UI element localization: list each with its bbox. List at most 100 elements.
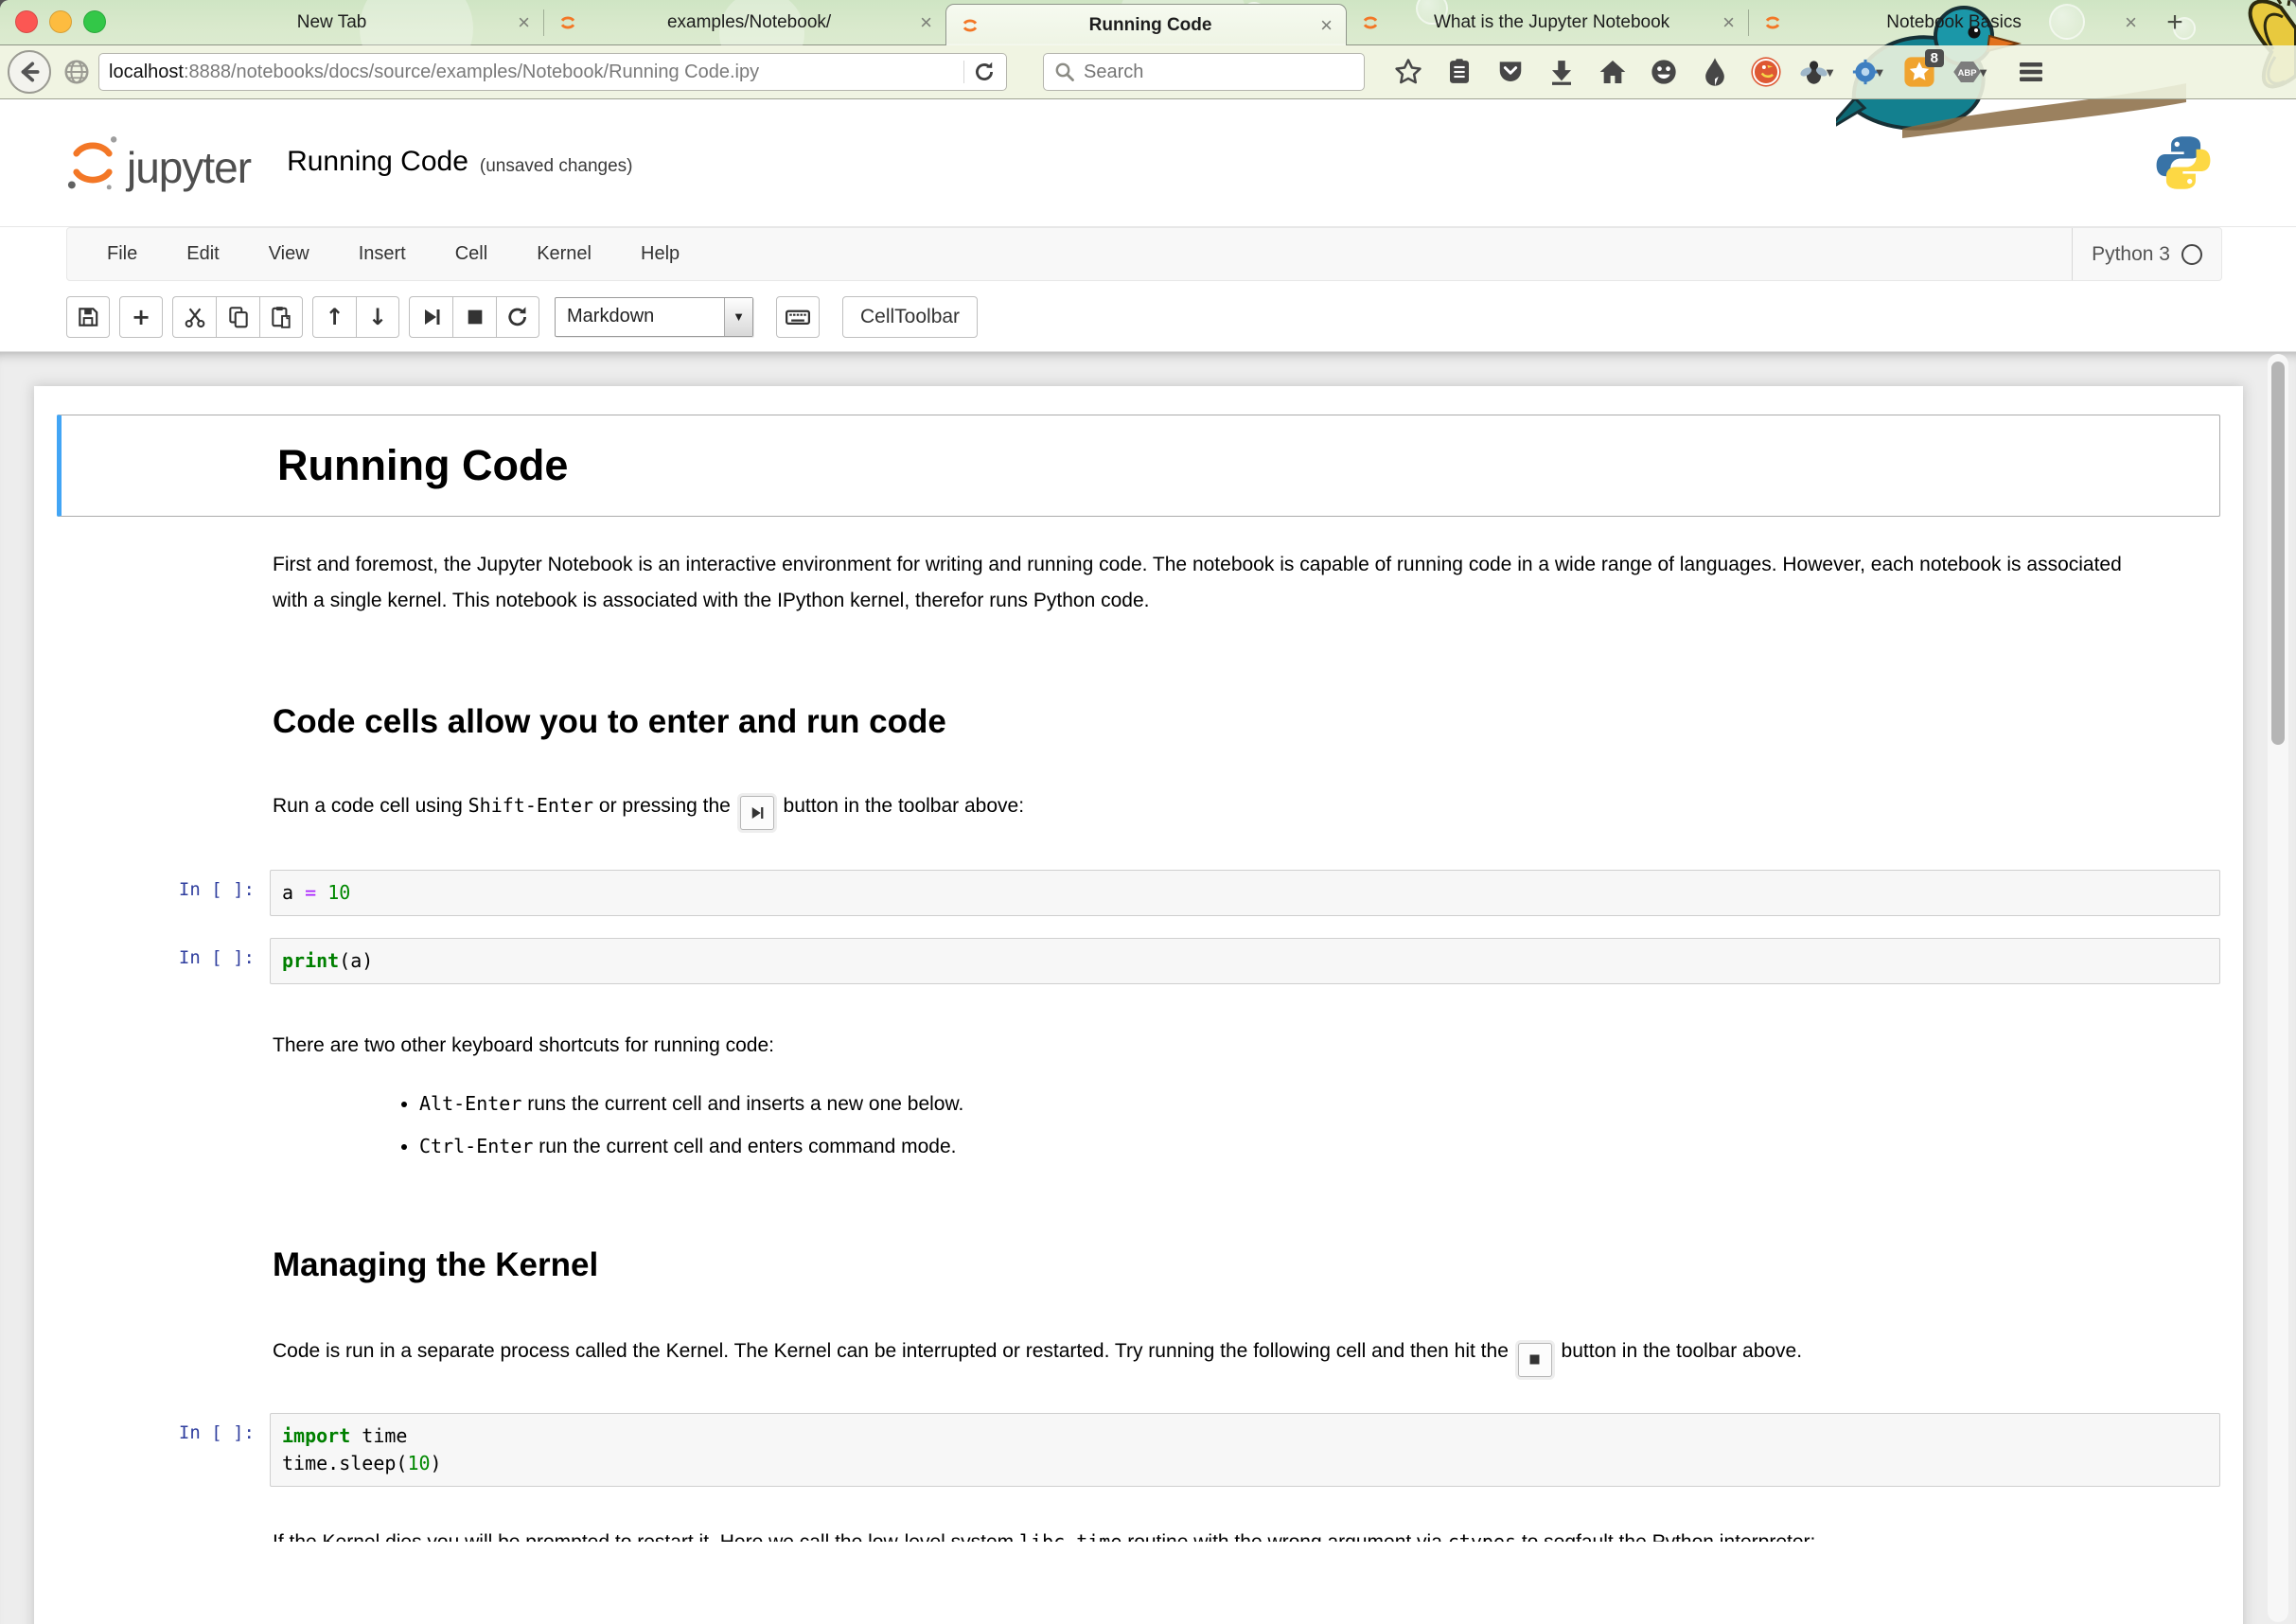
menu-hamburger-icon[interactable]: [2012, 53, 2050, 91]
jupyter-menubar: File Edit View Insert Cell Kernel Help P…: [66, 227, 2222, 281]
copy-cell-button[interactable]: [216, 296, 259, 338]
tab-label: Notebook Basics: [1793, 12, 2115, 33]
bookmark-star-icon[interactable]: [1389, 53, 1427, 91]
tab-close-icon[interactable]: ×: [1722, 12, 1735, 33]
menu-file[interactable]: File: [67, 228, 162, 280]
tab-close-icon[interactable]: ×: [518, 12, 530, 33]
jupyter-logo-icon: [64, 132, 121, 193]
insert-cell-below-button[interactable]: +: [119, 296, 163, 338]
shift-enter-kbd: Shift-Enter: [468, 794, 593, 817]
intro-paragraph[interactable]: First and foremost, the Jupyter Notebook…: [273, 547, 2128, 621]
kernel-name: Python 3: [2092, 243, 2170, 266]
jupyter-favicon-icon: [1360, 12, 1381, 33]
tab-close-icon[interactable]: ×: [1320, 15, 1333, 36]
download-icon[interactable]: [1543, 53, 1581, 91]
fly-addon-icon[interactable]: ▼: [1798, 53, 1836, 91]
menu-help[interactable]: Help: [616, 228, 704, 280]
bottom-clipped-paragraph[interactable]: If the Kernel dies you will be prompted …: [273, 1525, 2128, 1542]
pocket-icon[interactable]: [1492, 53, 1529, 91]
input-prompt: In [ ]:: [57, 938, 270, 984]
code-cell[interactable]: In [ ]: a = 10: [57, 870, 2220, 916]
menu-kernel[interactable]: Kernel: [512, 228, 616, 280]
tab-label: Running Code: [990, 15, 1311, 36]
kernel-idle-indicator-icon: [2181, 244, 2202, 265]
input-prompt: In [ ]:: [57, 1413, 270, 1487]
code-cell[interactable]: In [ ]: import timetime.sleep(10): [57, 1413, 2220, 1487]
site-identity-globe-icon[interactable]: [61, 56, 93, 88]
code-input-area[interactable]: print(a): [270, 938, 2220, 984]
reload-button[interactable]: [972, 60, 997, 84]
ink-drop-addon-icon[interactable]: [1696, 53, 1734, 91]
tab-examples-notebook[interactable]: examples/Notebook/ ×: [544, 0, 945, 45]
notebook-title[interactable]: Running Code: [287, 146, 468, 180]
menu-edit[interactable]: Edit: [162, 228, 243, 280]
menu-view[interactable]: View: [244, 228, 334, 280]
tab-label: examples/Notebook/: [588, 12, 910, 33]
blue-addon-icon[interactable]: ▼: [1849, 53, 1887, 91]
interrupt-kernel-button[interactable]: [452, 296, 496, 338]
move-cell-up-button[interactable]: ↑: [312, 296, 356, 338]
code-cell[interactable]: In [ ]: print(a): [57, 938, 2220, 984]
tab-what-is-jupyter[interactable]: What is the Jupyter Notebook ×: [1347, 0, 1748, 45]
notebook-scroll-area: Running Code First and foremost, the Jup…: [0, 352, 2296, 1624]
cell-type-select[interactable]: Markdown ▼: [555, 297, 753, 337]
window-close-button[interactable]: [15, 10, 38, 33]
back-arrow-icon: [17, 60, 42, 84]
command-palette-keyboard-button[interactable]: [776, 296, 820, 338]
window-minimize-button[interactable]: [49, 10, 72, 33]
url-bar[interactable]: localhost:8888/notebooks/docs/source/exa…: [98, 53, 1007, 91]
tab-notebook-basics[interactable]: Notebook Basics ×: [1749, 0, 2150, 45]
adblock-plus-icon[interactable]: ABP ▼: [1952, 53, 1989, 91]
duckduckgo-icon[interactable]: [1747, 53, 1785, 91]
search-box[interactable]: [1043, 53, 1365, 91]
tab-new-tab[interactable]: New Tab ×: [142, 0, 543, 45]
menu-insert[interactable]: Insert: [334, 228, 431, 280]
move-cell-down-button[interactable]: ↓: [356, 296, 399, 338]
scrollbar-track[interactable]: [2268, 354, 2288, 1622]
tab-close-icon[interactable]: ×: [920, 12, 932, 33]
stylish-star-addon-icon[interactable]: 8: [1900, 53, 1938, 91]
tab-running-code-active[interactable]: Running Code ×: [945, 4, 1347, 45]
inline-run-button-image: [740, 796, 774, 830]
notebook-container: Running Code First and foremost, the Jup…: [34, 386, 2243, 1624]
browser-navigation-bar: localhost:8888/notebooks/docs/source/exa…: [0, 45, 2296, 99]
reading-list-icon[interactable]: [1440, 53, 1478, 91]
run-cell-button[interactable]: [409, 296, 452, 338]
browser-window: { "browser": { "tabs": [ { "label": "New…: [0, 0, 2296, 1624]
kernel-paragraph[interactable]: Code is run in a separate process called…: [273, 1333, 2128, 1377]
paste-cell-button[interactable]: [259, 296, 303, 338]
dropdown-arrow-icon: ▼: [1824, 65, 1836, 79]
cell-toolbar-button[interactable]: CellToolbar: [842, 296, 978, 338]
save-status: (unsaved changes): [480, 149, 633, 177]
cut-cell-button[interactable]: [172, 296, 216, 338]
back-button[interactable]: [8, 50, 51, 94]
run-instruction-paragraph[interactable]: Run a code cell using Shift-Enter or pre…: [273, 788, 2128, 830]
jupyter-favicon-icon: [960, 15, 980, 36]
shortcuts-paragraph[interactable]: There are two other keyboard shortcuts f…: [273, 1028, 2128, 1065]
addon-badge-count: 8: [1925, 49, 1944, 67]
jupyter-favicon-icon: [557, 12, 578, 33]
jupyter-logo[interactable]: jupyter: [64, 132, 251, 193]
search-input[interactable]: [1084, 62, 1354, 83]
code-input-area[interactable]: import timetime.sleep(10): [270, 1413, 2220, 1487]
scrollbar-thumb[interactable]: [2271, 362, 2285, 745]
select-dropdown-arrow-icon: ▼: [724, 298, 752, 336]
restart-kernel-button[interactable]: [496, 296, 539, 338]
ctrl-enter-kbd: Ctrl-Enter: [419, 1135, 533, 1157]
smiley-addon-icon[interactable]: [1645, 53, 1683, 91]
section-heading-code-cells[interactable]: Code cells allow you to enter and run co…: [273, 703, 2220, 741]
tab-close-icon[interactable]: ×: [2125, 12, 2137, 33]
shortcuts-list: Alt-Enter runs the current cell and inse…: [273, 1089, 2220, 1161]
window-zoom-button[interactable]: [83, 10, 106, 33]
jupyter-toolbar: + ↑ ↓ Markdown ▼ CellToolbar: [0, 282, 2296, 352]
selected-markdown-cell[interactable]: Running Code: [57, 415, 2220, 517]
save-button[interactable]: [66, 296, 110, 338]
tab-label: What is the Jupyter Notebook: [1390, 12, 1713, 33]
section-heading-managing-kernel[interactable]: Managing the Kernel: [273, 1246, 2220, 1284]
new-tab-button[interactable]: +: [2150, 0, 2199, 45]
search-icon: [1053, 61, 1076, 83]
code-input-area[interactable]: a = 10: [270, 870, 2220, 916]
home-icon[interactable]: [1594, 53, 1632, 91]
input-prompt: In [ ]:: [57, 870, 270, 916]
menu-cell[interactable]: Cell: [431, 228, 512, 280]
